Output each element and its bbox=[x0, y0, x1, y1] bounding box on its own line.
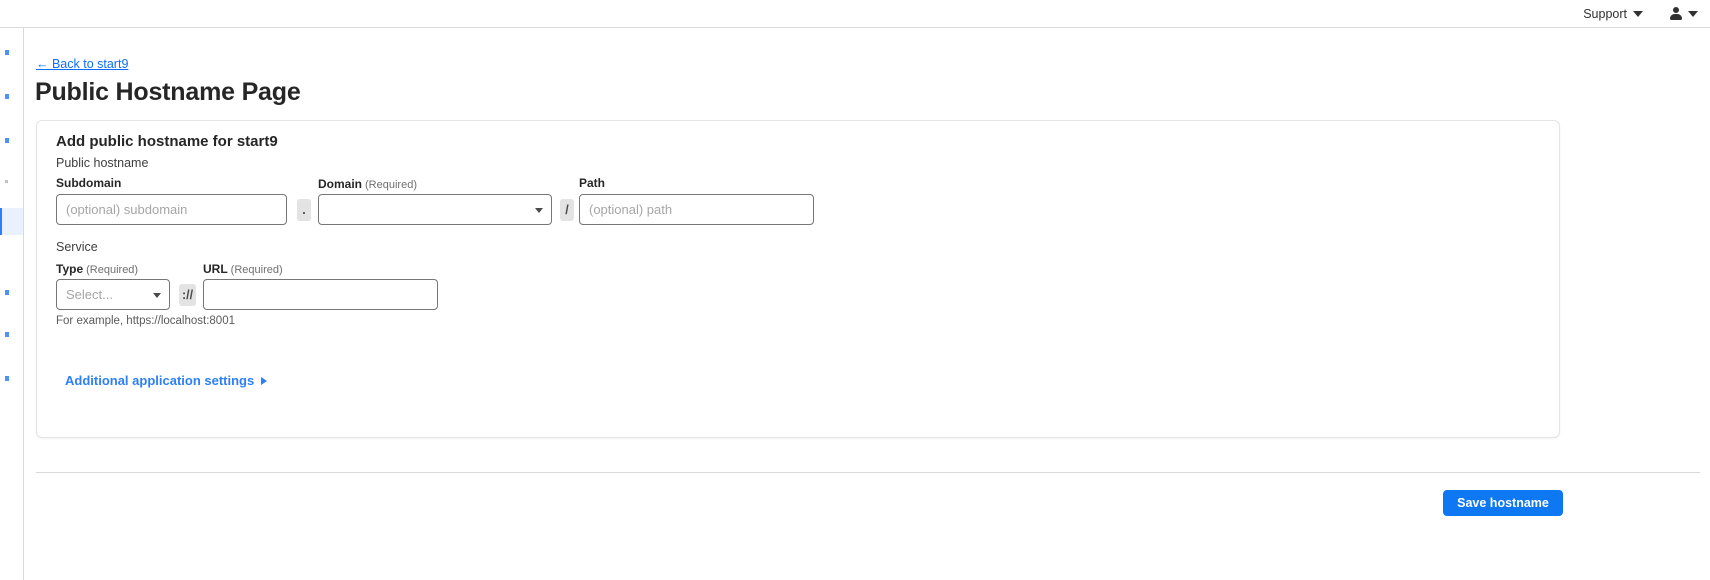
service-section-label: Service bbox=[56, 240, 98, 254]
public-hostname-section-label: Public hostname bbox=[56, 156, 149, 170]
account-menu[interactable] bbox=[1669, 7, 1698, 20]
service-url-required-note: (Required) bbox=[230, 264, 283, 276]
support-menu-label: Support bbox=[1583, 6, 1627, 21]
triangle-right-icon bbox=[261, 376, 268, 385]
chevron-down-icon bbox=[535, 208, 543, 213]
footer-divider bbox=[36, 472, 1700, 473]
domain-required-note: (Required) bbox=[365, 179, 417, 191]
dot-separator: . bbox=[297, 199, 311, 221]
chevron-down-icon bbox=[1633, 10, 1643, 17]
sidebar-item-icon[interactable] bbox=[5, 180, 8, 183]
sidebar-item-icon[interactable] bbox=[5, 332, 9, 337]
slash-separator: / bbox=[560, 199, 574, 221]
domain-label: Domain (Required) bbox=[318, 177, 417, 191]
back-link[interactable]: ← Back to start9 bbox=[36, 57, 128, 71]
sidebar-item-icon[interactable] bbox=[5, 376, 9, 381]
domain-select[interactable] bbox=[318, 194, 552, 225]
subdomain-label: Subdomain bbox=[56, 176, 122, 190]
sidebar-item-icon[interactable] bbox=[5, 50, 9, 55]
sidebar-rail bbox=[0, 28, 24, 580]
path-input[interactable] bbox=[579, 194, 814, 225]
sidebar-item-icon[interactable] bbox=[5, 94, 9, 99]
additional-application-settings-link[interactable]: Additional application settings bbox=[65, 373, 268, 388]
subdomain-input[interactable] bbox=[56, 194, 287, 225]
service-type-value: Select... bbox=[66, 287, 113, 302]
top-navigation-bar: Support bbox=[0, 0, 1710, 28]
chevron-down-icon bbox=[153, 293, 161, 298]
sidebar-item-icon[interactable] bbox=[5, 138, 9, 143]
sidebar-item-icon[interactable] bbox=[5, 290, 9, 295]
page-title: Public Hostname Page bbox=[35, 78, 301, 106]
path-label: Path bbox=[579, 176, 606, 190]
service-url-input[interactable] bbox=[203, 279, 438, 310]
support-menu[interactable]: Support bbox=[1583, 7, 1643, 21]
card-title: Add public hostname for start9 bbox=[56, 133, 278, 150]
additional-application-settings-label: Additional application settings bbox=[65, 373, 255, 388]
protocol-separator: :// bbox=[179, 284, 197, 306]
page-content: ← Back to start9 Public Hostname Page Ad… bbox=[25, 28, 1710, 580]
sidebar-item-active[interactable] bbox=[0, 208, 23, 235]
service-type-select[interactable]: Select... bbox=[56, 279, 170, 310]
save-hostname-button[interactable]: Save hostname bbox=[1443, 490, 1563, 516]
add-hostname-card: Add public hostname for start9 Public ho… bbox=[36, 120, 1560, 438]
service-type-required-note: (Required) bbox=[86, 264, 139, 276]
service-type-label: Type (Required) bbox=[56, 262, 139, 276]
chevron-down-icon bbox=[1688, 10, 1698, 17]
user-avatar-icon bbox=[1669, 7, 1682, 20]
service-url-label: URL (Required) bbox=[203, 262, 283, 276]
service-url-helper-text: For example, https://localhost:8001 bbox=[56, 315, 235, 327]
